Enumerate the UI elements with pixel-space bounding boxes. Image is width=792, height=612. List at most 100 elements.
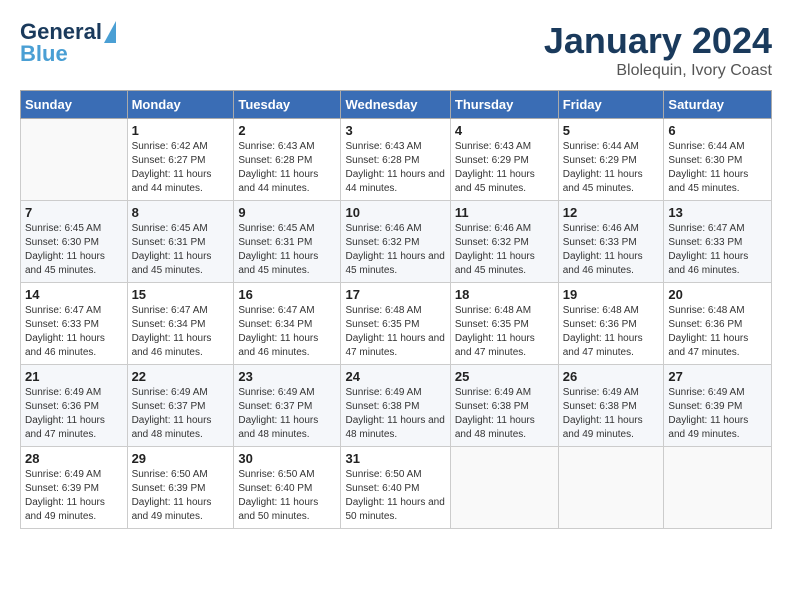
calendar-cell: 25Sunrise: 6:49 AMSunset: 6:38 PMDayligh… bbox=[450, 365, 558, 447]
day-number: 20 bbox=[668, 287, 767, 302]
day-number: 31 bbox=[345, 451, 445, 466]
day-number: 9 bbox=[238, 205, 336, 220]
calendar-week-row: 7 Sunrise: 6:45 AMSunset: 6:30 PMDaylight… bbox=[21, 201, 772, 283]
calendar-cell: 16 Sunrise: 6:47 AMSunset: 6:34 PMDayligh… bbox=[234, 283, 341, 365]
day-number: 22 bbox=[132, 369, 230, 384]
day-number: 27 bbox=[668, 369, 767, 384]
day-number: 29 bbox=[132, 451, 230, 466]
column-header-saturday: Saturday bbox=[664, 91, 772, 119]
calendar-cell: 18Sunrise: 6:48 AMSunset: 6:35 PMDayligh… bbox=[450, 283, 558, 365]
day-number: 1 bbox=[132, 123, 230, 138]
calendar-cell: 2 Sunrise: 6:43 AMSunset: 6:28 PMDaylight… bbox=[234, 119, 341, 201]
day-number: 7 bbox=[25, 205, 123, 220]
day-info: Sunrise: 6:47 AMSunset: 6:34 PMDaylight:… bbox=[238, 304, 336, 360]
day-number: 12 bbox=[563, 205, 660, 220]
day-info: Sunrise: 6:49 AMSunset: 6:39 PMDaylight:… bbox=[668, 386, 767, 442]
day-info: Sunrise: 6:42 AMSunset: 6:27 PMDaylight:… bbox=[132, 140, 230, 196]
calendar-cell: 28 Sunrise: 6:49 AMSunset: 6:39 PMDayligh… bbox=[21, 447, 128, 529]
calendar-cell: 24 Sunrise: 6:49 AMSunset: 6:38 PMDayligh… bbox=[341, 365, 450, 447]
day-number: 30 bbox=[238, 451, 336, 466]
logo: General Blue bbox=[20, 20, 116, 66]
calendar-cell: 19Sunrise: 6:48 AMSunset: 6:36 PMDayligh… bbox=[558, 283, 664, 365]
day-number: 18 bbox=[455, 287, 554, 302]
logo-text-blue: Blue bbox=[20, 42, 68, 66]
day-info: Sunrise: 6:49 AMSunset: 6:38 PMDaylight:… bbox=[345, 386, 445, 442]
day-info: Sunrise: 6:44 AMSunset: 6:30 PMDaylight:… bbox=[668, 140, 767, 196]
location-subtitle: Blolequin, Ivory Coast bbox=[544, 62, 772, 80]
calendar-cell: 7 Sunrise: 6:45 AMSunset: 6:30 PMDaylight… bbox=[21, 201, 128, 283]
calendar-week-row: 28 Sunrise: 6:49 AMSunset: 6:39 PMDayligh… bbox=[21, 447, 772, 529]
day-number: 21 bbox=[25, 369, 123, 384]
calendar-cell: 9 Sunrise: 6:45 AMSunset: 6:31 PMDaylight… bbox=[234, 201, 341, 283]
day-info: Sunrise: 6:49 AMSunset: 6:39 PMDaylight:… bbox=[25, 468, 123, 524]
column-header-wednesday: Wednesday bbox=[341, 91, 450, 119]
calendar-cell: 29 Sunrise: 6:50 AMSunset: 6:39 PMDayligh… bbox=[127, 447, 234, 529]
day-number: 28 bbox=[25, 451, 123, 466]
day-number: 4 bbox=[455, 123, 554, 138]
column-header-friday: Friday bbox=[558, 91, 664, 119]
day-number: 10 bbox=[345, 205, 445, 220]
day-info: Sunrise: 6:43 AMSunset: 6:28 PMDaylight:… bbox=[238, 140, 336, 196]
day-info: Sunrise: 6:43 AMSunset: 6:29 PMDaylight:… bbox=[455, 140, 554, 196]
calendar-cell bbox=[558, 447, 664, 529]
calendar-cell bbox=[450, 447, 558, 529]
day-info: Sunrise: 6:47 AMSunset: 6:34 PMDaylight:… bbox=[132, 304, 230, 360]
calendar-cell: 22 Sunrise: 6:49 AMSunset: 6:37 PMDayligh… bbox=[127, 365, 234, 447]
day-number: 13 bbox=[668, 205, 767, 220]
day-number: 24 bbox=[345, 369, 445, 384]
day-info: Sunrise: 6:47 AMSunset: 6:33 PMDaylight:… bbox=[25, 304, 123, 360]
day-number: 17 bbox=[345, 287, 445, 302]
day-info: Sunrise: 6:46 AMSunset: 6:32 PMDaylight:… bbox=[345, 222, 445, 278]
calendar-cell: 15Sunrise: 6:47 AMSunset: 6:34 PMDayligh… bbox=[127, 283, 234, 365]
day-number: 2 bbox=[238, 123, 336, 138]
calendar-week-row: 21 Sunrise: 6:49 AMSunset: 6:36 PMDayligh… bbox=[21, 365, 772, 447]
calendar-cell: 8Sunrise: 6:45 AMSunset: 6:31 PMDaylight… bbox=[127, 201, 234, 283]
column-header-thursday: Thursday bbox=[450, 91, 558, 119]
day-info: Sunrise: 6:48 AMSunset: 6:35 PMDaylight:… bbox=[345, 304, 445, 360]
day-number: 14 bbox=[25, 287, 123, 302]
day-number: 3 bbox=[345, 123, 445, 138]
day-info: Sunrise: 6:49 AMSunset: 6:36 PMDaylight:… bbox=[25, 386, 123, 442]
calendar-cell: 12 Sunrise: 6:46 AMSunset: 6:33 PMDayligh… bbox=[558, 201, 664, 283]
day-info: Sunrise: 6:49 AMSunset: 6:37 PMDaylight:… bbox=[238, 386, 336, 442]
day-info: Sunrise: 6:45 AMSunset: 6:30 PMDaylight:… bbox=[25, 222, 123, 278]
day-info: Sunrise: 6:50 AMSunset: 6:39 PMDaylight:… bbox=[132, 468, 230, 524]
calendar-cell: 17 Sunrise: 6:48 AMSunset: 6:35 PMDayligh… bbox=[341, 283, 450, 365]
calendar-week-row: 14 Sunrise: 6:47 AMSunset: 6:33 PMDayligh… bbox=[21, 283, 772, 365]
title-block: January 2024 Blolequin, Ivory Coast bbox=[544, 20, 772, 80]
day-number: 25 bbox=[455, 369, 554, 384]
month-title: January 2024 bbox=[544, 20, 772, 62]
day-number: 5 bbox=[563, 123, 660, 138]
calendar-cell: 5Sunrise: 6:44 AMSunset: 6:29 PMDaylight… bbox=[558, 119, 664, 201]
day-number: 11 bbox=[455, 205, 554, 220]
calendar-cell: 4 Sunrise: 6:43 AMSunset: 6:29 PMDaylight… bbox=[450, 119, 558, 201]
day-info: Sunrise: 6:46 AMSunset: 6:33 PMDaylight:… bbox=[563, 222, 660, 278]
column-header-tuesday: Tuesday bbox=[234, 91, 341, 119]
calendar-cell bbox=[21, 119, 128, 201]
calendar-cell: 30Sunrise: 6:50 AMSunset: 6:40 PMDayligh… bbox=[234, 447, 341, 529]
day-info: Sunrise: 6:46 AMSunset: 6:32 PMDaylight:… bbox=[455, 222, 554, 278]
day-info: Sunrise: 6:50 AMSunset: 6:40 PMDaylight:… bbox=[345, 468, 445, 524]
calendar-cell: 27 Sunrise: 6:49 AMSunset: 6:39 PMDayligh… bbox=[664, 365, 772, 447]
calendar-cell: 3Sunrise: 6:43 AMSunset: 6:28 PMDaylight… bbox=[341, 119, 450, 201]
calendar-cell: 10 Sunrise: 6:46 AMSunset: 6:32 PMDayligh… bbox=[341, 201, 450, 283]
day-info: Sunrise: 6:45 AMSunset: 6:31 PMDaylight:… bbox=[132, 222, 230, 278]
calendar-cell: 23 Sunrise: 6:49 AMSunset: 6:37 PMDayligh… bbox=[234, 365, 341, 447]
day-info: Sunrise: 6:49 AMSunset: 6:37 PMDaylight:… bbox=[132, 386, 230, 442]
day-info: Sunrise: 6:47 AMSunset: 6:33 PMDaylight:… bbox=[668, 222, 767, 278]
day-number: 19 bbox=[563, 287, 660, 302]
calendar-cell: 20Sunrise: 6:48 AMSunset: 6:36 PMDayligh… bbox=[664, 283, 772, 365]
calendar-cell: 26Sunrise: 6:49 AMSunset: 6:38 PMDayligh… bbox=[558, 365, 664, 447]
calendar-table: SundayMondayTuesdayWednesdayThursdayFrid… bbox=[20, 90, 772, 529]
calendar-cell: 21 Sunrise: 6:49 AMSunset: 6:36 PMDayligh… bbox=[21, 365, 128, 447]
logo-triangle-icon bbox=[104, 21, 116, 43]
day-info: Sunrise: 6:45 AMSunset: 6:31 PMDaylight:… bbox=[238, 222, 336, 278]
calendar-cell: 11 Sunrise: 6:46 AMSunset: 6:32 PMDayligh… bbox=[450, 201, 558, 283]
day-info: Sunrise: 6:49 AMSunset: 6:38 PMDaylight:… bbox=[563, 386, 660, 442]
day-number: 23 bbox=[238, 369, 336, 384]
column-header-monday: Monday bbox=[127, 91, 234, 119]
day-number: 16 bbox=[238, 287, 336, 302]
calendar-cell: 6Sunrise: 6:44 AMSunset: 6:30 PMDaylight… bbox=[664, 119, 772, 201]
calendar-cell: 1 Sunrise: 6:42 AMSunset: 6:27 PMDaylight… bbox=[127, 119, 234, 201]
column-header-sunday: Sunday bbox=[21, 91, 128, 119]
